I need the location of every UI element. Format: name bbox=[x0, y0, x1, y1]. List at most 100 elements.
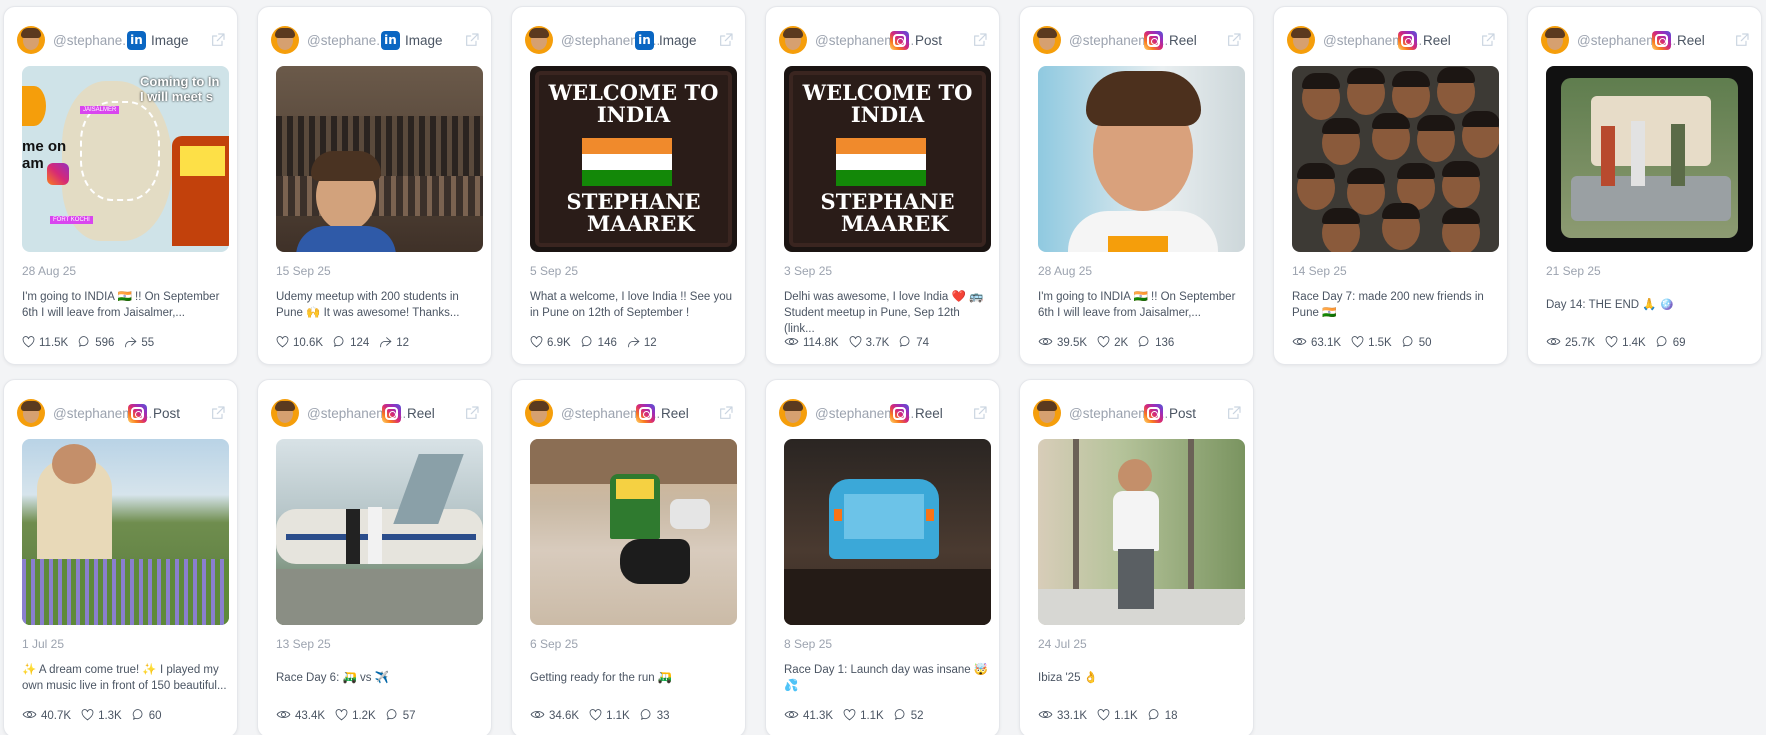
stat-heart: 10.6K bbox=[276, 335, 323, 351]
post-thumbnail[interactable] bbox=[1038, 66, 1245, 252]
stat-eye: 40.7K bbox=[22, 709, 71, 723]
post-card[interactable]: @stephanema... Reel 14 Sep 25 Race Day 7… bbox=[1273, 6, 1508, 365]
avatar[interactable] bbox=[525, 399, 553, 427]
post-caption: I'm going to INDIA 🇮🇳 !! On September 6t… bbox=[22, 291, 220, 319]
external-link-icon[interactable] bbox=[972, 405, 988, 421]
stat-value: 596 bbox=[95, 337, 115, 349]
avatar[interactable] bbox=[1033, 26, 1061, 54]
avatar[interactable] bbox=[17, 399, 45, 427]
post-thumbnail[interactable] bbox=[22, 439, 229, 625]
post-card[interactable]: @stephanema... Reel 28 Aug 25 I'm going … bbox=[1019, 6, 1254, 365]
external-link-icon[interactable] bbox=[464, 32, 480, 48]
comment-icon bbox=[333, 335, 350, 351]
post-header: @stephane... in Image bbox=[271, 26, 479, 56]
avatar[interactable] bbox=[271, 399, 299, 427]
post-thumbnail[interactable]: WELCOME TO INDIA STEPHANE MAAREK bbox=[530, 66, 737, 252]
stat-value: 33 bbox=[656, 710, 670, 722]
external-link-icon[interactable] bbox=[210, 32, 226, 48]
instagram-icon bbox=[128, 404, 147, 423]
post-caption: Getting ready for the run 🛺 bbox=[530, 672, 673, 684]
heart-icon bbox=[81, 708, 98, 724]
post-type-label: Image bbox=[659, 33, 697, 48]
external-link-icon[interactable] bbox=[1226, 405, 1242, 421]
stat-value: 114.8K bbox=[803, 337, 839, 349]
stat-heart: 1.1K bbox=[589, 708, 630, 724]
stat-value: 34.6K bbox=[549, 710, 580, 722]
post-stats: 11.5K 596 55 bbox=[22, 335, 164, 351]
post-card[interactable]: @stephanema... Reel 6 Sep 25 Getting rea… bbox=[511, 379, 746, 735]
post-header: @stephanema... Reel bbox=[271, 399, 479, 429]
comment-icon bbox=[1138, 335, 1155, 351]
stat-value: 146 bbox=[597, 337, 617, 349]
post-card[interactable]: @stephanema... Reel 13 Sep 25 Race Day 6… bbox=[257, 379, 492, 735]
instagram-icon bbox=[1144, 31, 1163, 50]
post-card[interactable]: @stephanema... in Image WELCOME TO INDIA … bbox=[511, 6, 746, 365]
post-thumbnail[interactable]: WELCOME TO INDIA STEPHANE MAAREK bbox=[784, 66, 991, 252]
avatar[interactable] bbox=[525, 26, 553, 54]
stat-value: 12 bbox=[396, 337, 410, 349]
post-type-label: Image bbox=[405, 33, 443, 48]
stat-value: 2K bbox=[1114, 337, 1129, 349]
avatar[interactable] bbox=[779, 26, 807, 54]
comment-icon bbox=[581, 335, 598, 351]
post-date: 21 Sep 25 bbox=[1546, 264, 1601, 278]
stat-heart: 2K bbox=[1097, 335, 1129, 351]
stat-value: 33.1K bbox=[1057, 710, 1088, 722]
post-thumbnail[interactable] bbox=[1038, 439, 1245, 625]
post-stats: 6.9K 146 12 bbox=[530, 335, 667, 351]
post-card[interactable]: @stephanema... Reel 8 Sep 25 Race Day 1:… bbox=[765, 379, 1000, 735]
post-date: 3 Sep 25 bbox=[784, 264, 833, 278]
comment-icon bbox=[899, 335, 916, 351]
stat-comment: 69 bbox=[1656, 335, 1686, 351]
stat-value: 55 bbox=[141, 337, 155, 349]
post-thumbnail[interactable] bbox=[530, 439, 737, 625]
post-card[interactable]: @stephanema... Post WELCOME TO INDIA STEP… bbox=[765, 6, 1000, 365]
avatar[interactable] bbox=[1287, 26, 1315, 54]
external-link-icon[interactable] bbox=[718, 405, 734, 421]
external-link-icon[interactable] bbox=[464, 405, 480, 421]
post-thumbnail[interactable] bbox=[784, 439, 991, 625]
post-card[interactable]: @stephanema... Post 1 Jul 25 ✨ A dream c… bbox=[3, 379, 238, 735]
post-thumbnail[interactable] bbox=[276, 439, 483, 625]
external-link-icon[interactable] bbox=[1734, 32, 1750, 48]
post-header: @stephanema... Reel bbox=[779, 399, 987, 429]
post-header: @stephanema... Post bbox=[779, 26, 987, 56]
post-type-label: Reel bbox=[915, 406, 943, 421]
stat-value: 39.5K bbox=[1057, 337, 1088, 349]
external-link-icon[interactable] bbox=[210, 405, 226, 421]
post-card[interactable]: @stephane... in Image me on am JAISALMER … bbox=[3, 6, 238, 365]
stat-comment: 18 bbox=[1148, 708, 1178, 724]
post-thumbnail[interactable]: me on am JAISALMER FORT KOCHI Coming to I… bbox=[22, 66, 229, 252]
stat-eye: 25.7K bbox=[1546, 336, 1595, 350]
avatar[interactable] bbox=[1541, 26, 1569, 54]
post-type-label: Reel bbox=[407, 406, 435, 421]
linkedin-icon: in bbox=[381, 31, 400, 50]
post-card[interactable]: @stephanema... Post 24 Jul 25 Ibiza '25 … bbox=[1019, 379, 1254, 735]
external-link-icon[interactable] bbox=[1226, 32, 1242, 48]
linkedin-icon: in bbox=[635, 31, 654, 50]
external-link-icon[interactable] bbox=[972, 32, 988, 48]
post-thumbnail[interactable] bbox=[276, 66, 483, 252]
stat-eye: 33.1K bbox=[1038, 709, 1087, 723]
avatar[interactable] bbox=[779, 399, 807, 427]
avatar[interactable] bbox=[271, 26, 299, 54]
external-link-icon[interactable] bbox=[1480, 32, 1496, 48]
avatar[interactable] bbox=[1033, 399, 1061, 427]
post-thumbnail[interactable] bbox=[1546, 66, 1753, 252]
heart-icon bbox=[589, 708, 606, 724]
stat-value: 11.5K bbox=[39, 337, 69, 349]
heart-icon bbox=[849, 335, 866, 351]
external-link-icon[interactable] bbox=[718, 32, 734, 48]
stat-heart: 1.1K bbox=[843, 708, 884, 724]
post-card[interactable]: @stephanema... Reel 21 Sep 25 Day 14: TH… bbox=[1527, 6, 1762, 365]
post-date: 14 Sep 25 bbox=[1292, 264, 1347, 278]
post-thumbnail[interactable] bbox=[1292, 66, 1499, 252]
stat-heart: 1.5K bbox=[1351, 335, 1392, 351]
stat-value: 136 bbox=[1155, 337, 1175, 349]
post-card[interactable]: @stephane... in Image 15 Sep 25 Udemy me… bbox=[257, 6, 492, 365]
post-caption: Ibiza '25 👌 bbox=[1038, 672, 1098, 684]
stat-comment: 60 bbox=[132, 708, 162, 724]
stat-heart: 3.7K bbox=[849, 335, 889, 351]
avatar[interactable] bbox=[17, 26, 45, 54]
stat-comment: 50 bbox=[1402, 335, 1432, 351]
